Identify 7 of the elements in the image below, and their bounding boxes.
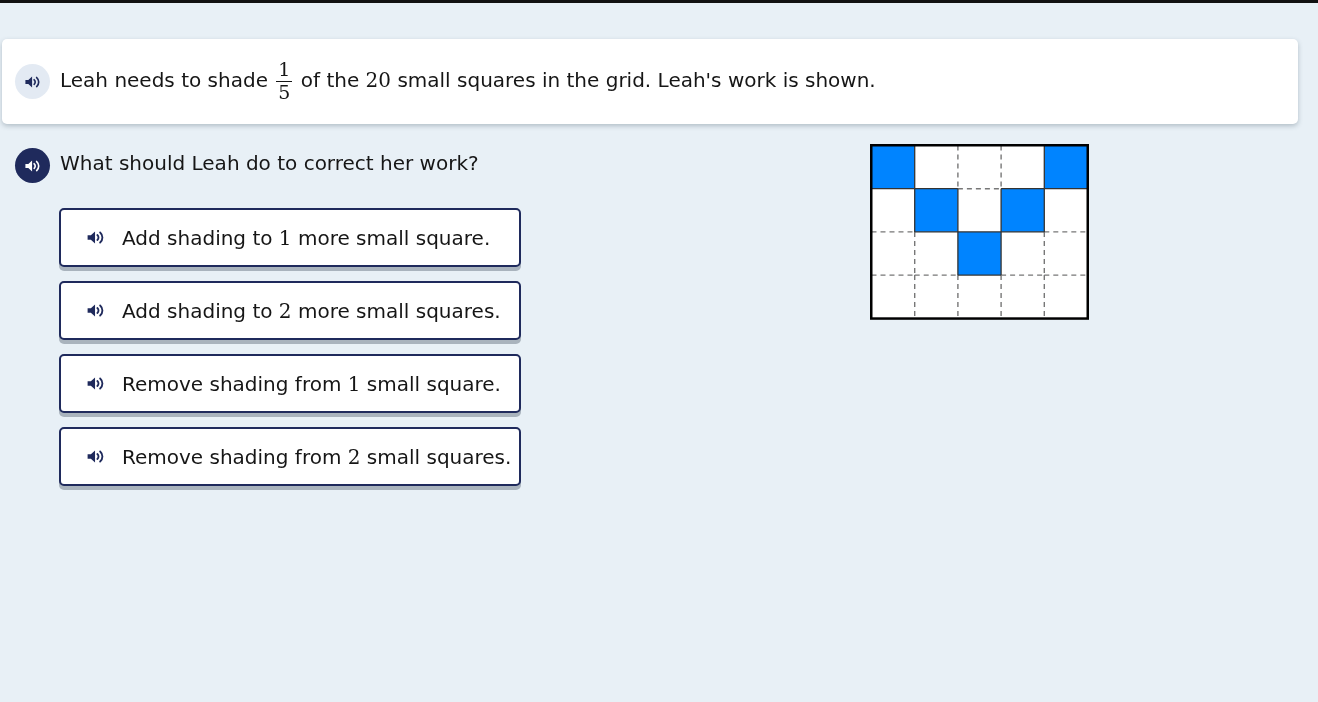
speaker-icon xyxy=(87,304,104,317)
speaker-icon[interactable] xyxy=(15,64,50,99)
speaker-icon xyxy=(87,231,104,244)
speaker-icon xyxy=(87,450,104,463)
speaker-icon[interactable] xyxy=(15,148,50,183)
question-text: What should Leah do to correct her work? xyxy=(60,150,479,175)
speaker-icon xyxy=(87,377,104,390)
